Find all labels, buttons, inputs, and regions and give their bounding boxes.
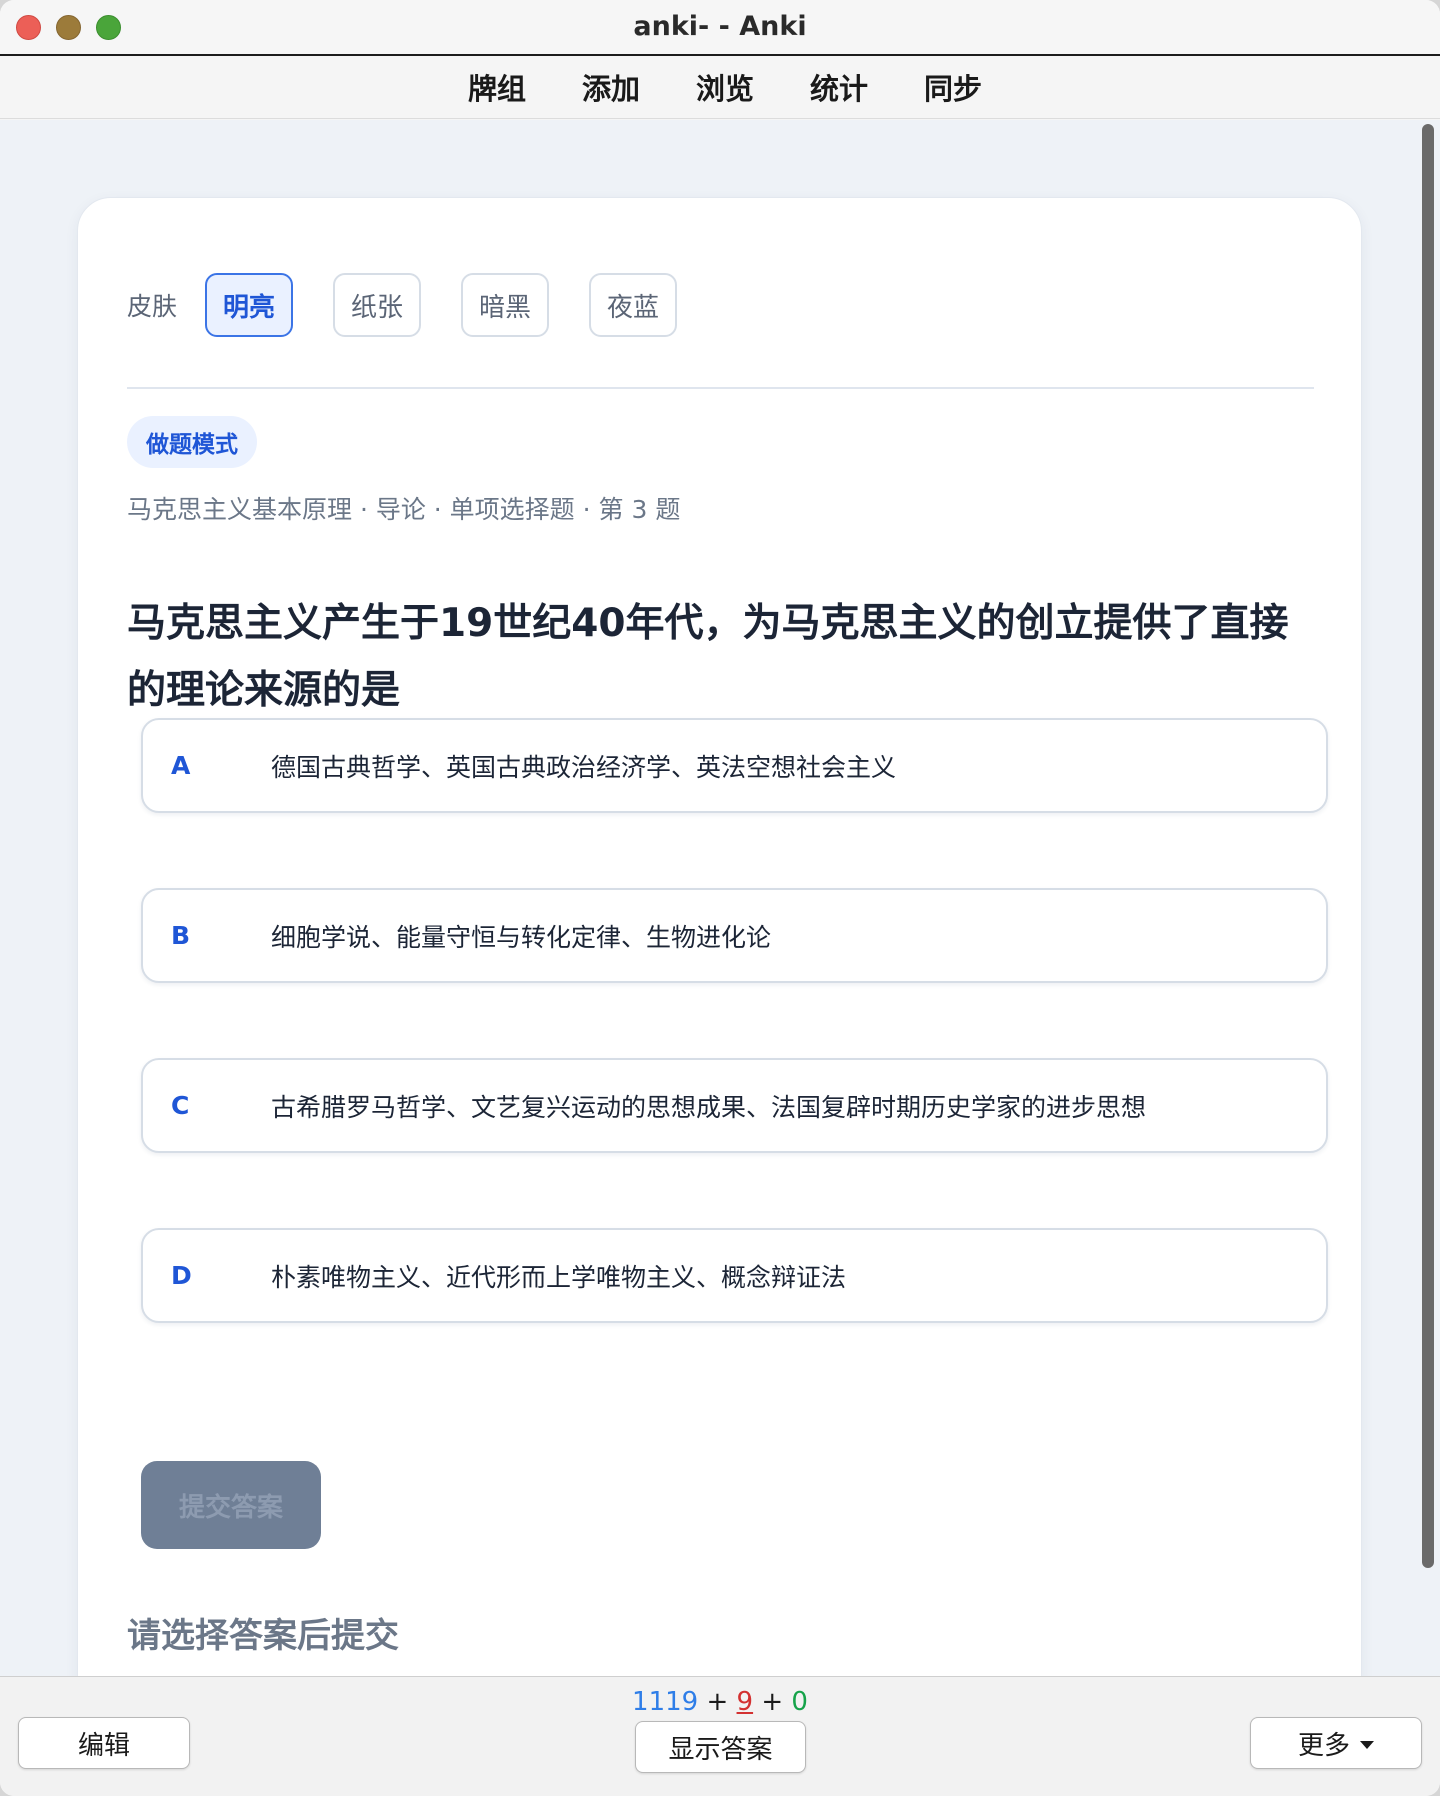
- edit-button[interactable]: 编辑: [18, 1717, 190, 1769]
- hint-text: 请选择答案后提交: [127, 1616, 399, 1656]
- option-a[interactable]: A 德国古典哲学、英国古典政治经济学、英法空想社会主义: [141, 718, 1328, 813]
- question-text: 马克思主义产生于19世纪40年代，为马克思主义的创立提供了直接的理论来源的是: [127, 601, 1289, 713]
- toolbar-add[interactable]: 添加: [582, 66, 640, 108]
- skin-label: 皮肤: [127, 292, 178, 321]
- option-letter: B: [171, 921, 191, 950]
- question-meta: 马克思主义基本原理 · 导论 · 单项选择题 · 第 3 题: [127, 495, 681, 524]
- option-c[interactable]: C 古希腊罗马哲学、文艺复兴运动的思想成果、法国复辟时期历史学家的进步思想: [141, 1058, 1328, 1153]
- due-counts: 1119 + 9 + 0: [0, 1687, 1440, 1717]
- skin-dark-button[interactable]: 暗黑: [461, 273, 549, 337]
- main-toolbar: 牌组 添加 浏览 统计 同步: [0, 56, 1440, 119]
- more-button[interactable]: 更多: [1250, 1717, 1422, 1769]
- review-count: 0: [791, 1687, 808, 1717]
- app-window: anki- - Anki 牌组 添加 浏览 统计 同步 皮肤 明亮 纸张 暗黑 …: [0, 0, 1440, 1796]
- vertical-scrollbar[interactable]: [1422, 124, 1434, 1568]
- option-text: 德国古典哲学、英国古典政治经济学、英法空想社会主义: [271, 752, 897, 782]
- skin-bright-button[interactable]: 明亮: [205, 273, 293, 337]
- option-text: 朴素唯物主义、近代形而上学唯物主义、概念辩证法: [271, 1262, 847, 1292]
- option-letter: A: [171, 751, 191, 780]
- title-bar: anki- - Anki: [0, 0, 1440, 56]
- skin-switcher: 皮肤 明亮 纸张 暗黑 夜蓝: [127, 272, 717, 338]
- bottom-bar: 1119 + 9 + 0 编辑 显示答案 更多: [0, 1676, 1440, 1796]
- question-card: 皮肤 明亮 纸张 暗黑 夜蓝 做题模式 马克思主义基本原理 · 导论 · 单项选…: [77, 197, 1362, 1676]
- caret-down-icon: [1360, 1741, 1374, 1749]
- toolbar-sync[interactable]: 同步: [924, 66, 982, 108]
- toolbar-stats[interactable]: 统计: [810, 66, 868, 108]
- toolbar-decks[interactable]: 牌组: [468, 66, 526, 108]
- submit-answer-button[interactable]: 提交答案: [141, 1461, 321, 1549]
- count-separator: +: [706, 1687, 729, 1717]
- more-label: 更多: [1297, 1730, 1350, 1761]
- new-count: 1119: [632, 1687, 699, 1717]
- toolbar-browse[interactable]: 浏览: [696, 66, 754, 108]
- option-d[interactable]: D 朴素唯物主义、近代形而上学唯物主义、概念辩证法: [141, 1228, 1328, 1323]
- skin-paper-button[interactable]: 纸张: [333, 273, 421, 337]
- count-separator: +: [761, 1687, 784, 1717]
- option-b[interactable]: B 细胞学说、能量守恒与转化定律、生物进化论: [141, 888, 1328, 983]
- option-letter: C: [171, 1091, 190, 1120]
- option-letter: D: [171, 1261, 192, 1290]
- window-title: anki- - Anki: [633, 11, 807, 42]
- option-text: 古希腊罗马哲学、文艺复兴运动的思想成果、法国复辟时期历史学家的进步思想: [271, 1092, 1147, 1122]
- divider: [127, 387, 1314, 389]
- show-answer-button[interactable]: 显示答案: [635, 1721, 806, 1773]
- learn-count: 9: [736, 1687, 754, 1717]
- review-area: 皮肤 明亮 纸张 暗黑 夜蓝 做题模式 马克思主义基本原理 · 导论 · 单项选…: [0, 120, 1440, 1676]
- option-text: 细胞学说、能量守恒与转化定律、生物进化论: [271, 922, 772, 952]
- skin-night-blue-button[interactable]: 夜蓝: [589, 273, 677, 337]
- mode-badge: 做题模式: [127, 416, 257, 468]
